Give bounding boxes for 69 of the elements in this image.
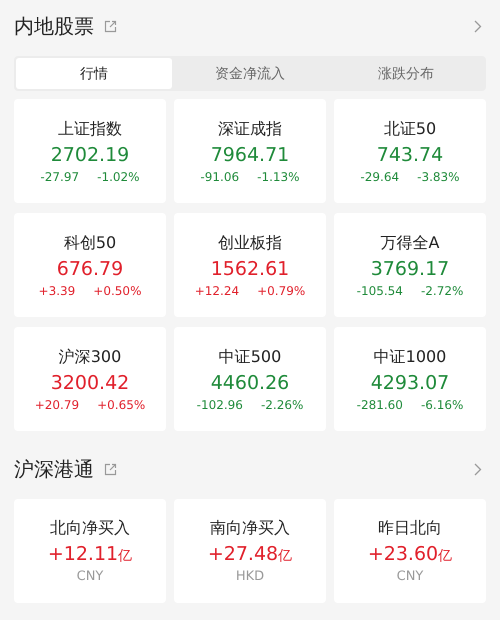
flow-card[interactable]: 南向净买入 +27.48亿 HKD: [174, 499, 326, 603]
index-value: 7964.71: [210, 144, 290, 166]
index-name: 中证1000: [374, 346, 446, 368]
unit-label: 亿: [278, 547, 292, 565]
change-value: -281.60: [356, 398, 403, 412]
change-value: -105.54: [356, 284, 403, 298]
index-card[interactable]: 北证50 743.74 -29.64 -3.83%: [334, 99, 486, 203]
share-icon[interactable]: [104, 20, 117, 32]
index-name: 深证成指: [218, 118, 282, 140]
change-value: -29.64: [360, 170, 400, 184]
index-value: 4460.26: [210, 372, 290, 394]
index-name: 中证500: [218, 346, 282, 368]
index-card[interactable]: 科创50 676.79 +3.39 +0.50%: [14, 213, 166, 317]
change-value: -102.96: [196, 398, 243, 412]
tab[interactable]: 行情: [16, 58, 172, 89]
tab[interactable]: 资金净流入: [172, 58, 328, 89]
change-percent: -3.83%: [417, 170, 460, 184]
index-card[interactable]: 中证1000 4293.07 -281.60 -6.16%: [334, 327, 486, 431]
flow-name: 昨日北向: [378, 518, 442, 539]
index-name: 上证指数: [58, 118, 122, 140]
index-card[interactable]: 创业板指 1562.61 +12.24 +0.79%: [174, 213, 326, 317]
index-value: 4293.07: [370, 372, 450, 394]
index-card[interactable]: 中证500 4460.26 -102.96 -2.26%: [174, 327, 326, 431]
change-value: +3.39: [38, 284, 76, 298]
index-value: 3769.17: [370, 258, 450, 280]
change-percent: -1.13%: [257, 170, 300, 184]
index-card[interactable]: 上证指数 2702.19 -27.97 -1.02%: [14, 99, 166, 203]
index-card[interactable]: 深证成指 7964.71 -91.06 -1.13%: [174, 99, 326, 203]
index-name: 创业板指: [218, 232, 282, 254]
index-name: 北证50: [384, 118, 436, 140]
index-card[interactable]: 沪深300 3200.42 +20.79 +0.65%: [14, 327, 166, 431]
index-value: 1562.61: [210, 258, 290, 280]
flow-card[interactable]: 北向净买入 +12.11亿 CNY: [14, 499, 166, 603]
flow-value: +27.48: [208, 543, 278, 565]
flow-value: +12.11: [48, 543, 118, 565]
currency-label: CNY: [76, 569, 104, 584]
index-value: 3200.42: [50, 372, 130, 394]
chevron-right-icon[interactable]: [474, 20, 482, 32]
change-value: +12.24: [194, 284, 240, 298]
change-percent: -6.16%: [420, 398, 464, 412]
change-percent: +0.65%: [97, 398, 146, 412]
index-value: 743.74: [376, 144, 444, 166]
currency-label: CNY: [396, 569, 424, 584]
flow-name: 北向净买入: [50, 518, 130, 539]
index-value: 676.79: [56, 258, 124, 280]
index-card[interactable]: 万得全A 3769.17 -105.54 -2.72%: [334, 213, 486, 317]
change-value: -27.97: [40, 170, 80, 184]
index-name: 科创50: [64, 232, 116, 254]
flow-name: 南向净买入: [210, 518, 290, 539]
flow-value: +23.60: [368, 543, 438, 565]
change-value: -91.06: [200, 170, 240, 184]
section-title: 内地股票: [14, 12, 94, 40]
index-name: 万得全A: [380, 232, 440, 254]
tab[interactable]: 涨跌分布: [328, 58, 484, 89]
chevron-right-icon[interactable]: [474, 462, 482, 476]
change-percent: -2.72%: [420, 284, 464, 298]
index-name: 沪深300: [58, 346, 122, 368]
share-icon[interactable]: [104, 462, 117, 476]
change-percent: +0.79%: [257, 284, 306, 298]
flow-card[interactable]: 昨日北向 +23.60亿 CNY: [334, 499, 486, 603]
change-percent: -2.26%: [260, 398, 304, 412]
change-percent: +0.50%: [93, 284, 142, 298]
change-value: +20.79: [34, 398, 80, 412]
index-value: 2702.19: [50, 144, 130, 166]
unit-label: 亿: [438, 547, 452, 565]
currency-label: HKD: [236, 569, 264, 584]
section-title: 沪深港通: [14, 456, 94, 482]
change-percent: -1.02%: [97, 170, 140, 184]
unit-label: 亿: [118, 547, 132, 565]
